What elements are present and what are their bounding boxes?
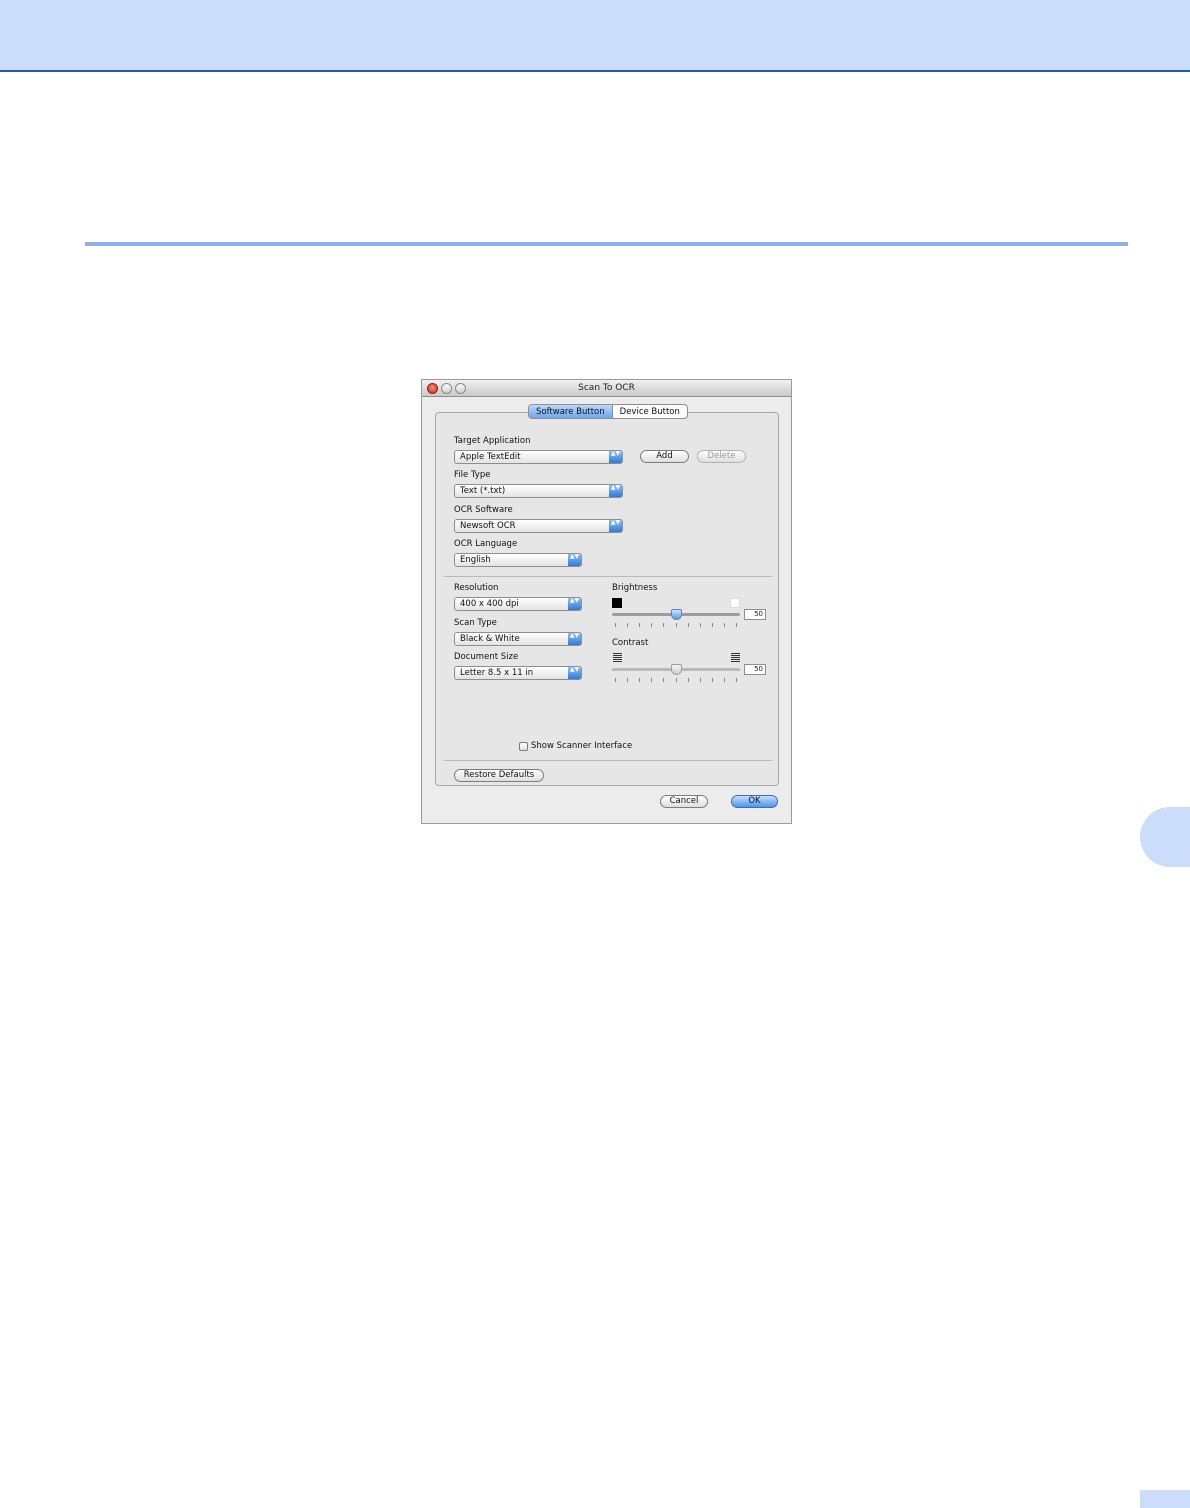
slider-tick <box>723 678 725 682</box>
file-type-label: File Type <box>454 470 491 480</box>
ocr-software-label: OCR Software <box>454 505 513 515</box>
slider-tick <box>687 678 689 682</box>
slider-tick <box>627 623 629 627</box>
slider-tick <box>627 678 629 682</box>
page-header-band <box>0 0 1190 72</box>
ocr-language-select[interactable]: English ▲▼ <box>454 553 582 567</box>
contrast-slider-thumb[interactable] <box>670 664 682 675</box>
slider-tick <box>711 623 713 627</box>
brightness-label: Brightness <box>612 583 658 593</box>
tab-software-button[interactable]: Software Button <box>529 405 612 418</box>
document-size-value: Letter 8.5 x 11 in <box>460 668 534 678</box>
slider-tick <box>639 623 641 627</box>
bottom-separator <box>444 760 772 761</box>
scan-type-label: Scan Type <box>454 618 497 628</box>
slider-tick <box>699 678 701 682</box>
popup-arrows-icon: ▲▼ <box>609 451 622 463</box>
file-type-value: Text (*.txt) <box>460 486 506 496</box>
scan-type-value: Black & White <box>460 634 520 644</box>
target-application-value: Apple TextEdit <box>460 452 521 462</box>
show-scanner-interface-label: Show Scanner Interface <box>531 741 633 751</box>
ok-button[interactable]: OK <box>731 795 778 808</box>
slider-tick <box>663 678 665 682</box>
document-size-select[interactable]: Letter 8.5 x 11 in ▲▼ <box>454 666 582 680</box>
add-button[interactable]: Add <box>640 450 689 463</box>
brightness-slider-ticks <box>615 623 737 627</box>
low-contrast-icon <box>613 653 622 662</box>
slider-tick <box>615 623 616 627</box>
target-application-select[interactable]: Apple TextEdit ▲▼ <box>454 450 623 464</box>
tab-bar: Software Button Device Button <box>528 404 688 419</box>
slider-tick <box>639 678 641 682</box>
titlebar: Scan To OCR <box>422 380 791 397</box>
scan-type-select[interactable]: Black & White ▲▼ <box>454 632 582 646</box>
cancel-button[interactable]: Cancel <box>660 795 708 808</box>
document-size-label: Document Size <box>454 652 519 662</box>
brightness-value-field[interactable]: 50 <box>744 609 766 620</box>
popup-arrows-icon: ▲▼ <box>568 667 581 679</box>
slider-tick <box>723 623 725 627</box>
window-title: Scan To OCR <box>578 383 635 393</box>
slider-tick <box>711 678 713 682</box>
resolution-select[interactable]: 400 x 400 dpi ▲▼ <box>454 597 582 611</box>
contrast-value-field[interactable]: 50 <box>744 664 766 675</box>
slider-tick <box>675 678 677 682</box>
popup-arrows-icon: ▲▼ <box>568 554 581 566</box>
light-swatch-icon <box>730 598 740 608</box>
ocr-language-label: OCR Language <box>454 539 518 549</box>
slider-tick <box>651 678 653 682</box>
slider-tick <box>699 623 701 627</box>
brightness-slider-thumb[interactable] <box>670 609 682 620</box>
slider-tick <box>651 623 653 627</box>
ocr-language-value: English <box>460 555 491 565</box>
contrast-slider-ticks <box>615 678 737 682</box>
dark-swatch-icon <box>612 598 622 608</box>
popup-arrows-icon: ▲▼ <box>609 485 622 497</box>
slider-tick <box>663 623 665 627</box>
resolution-value: 400 x 400 dpi <box>460 599 519 609</box>
ocr-software-select[interactable]: Newsoft OCR ▲▼ <box>454 519 623 533</box>
tab-device-button[interactable]: Device Button <box>611 405 687 418</box>
section-separator <box>444 576 772 577</box>
ocr-software-value: Newsoft OCR <box>460 521 516 531</box>
restore-defaults-button[interactable]: Restore Defaults <box>454 769 544 782</box>
slider-tick <box>736 623 737 627</box>
show-scanner-interface-checkbox[interactable] <box>519 742 528 751</box>
slider-tick <box>675 623 677 627</box>
scan-to-ocr-dialog: Scan To OCR Software Button Device Butto… <box>421 379 792 824</box>
resolution-label: Resolution <box>454 583 499 593</box>
page-number-tab <box>1140 1490 1190 1508</box>
manual-page: Scan To OCR Software Button Device Butto… <box>0 0 1190 1508</box>
contrast-label: Contrast <box>612 638 649 648</box>
popup-arrows-icon: ▲▼ <box>568 598 581 610</box>
high-contrast-icon <box>731 653 740 662</box>
delete-button[interactable]: Delete <box>697 450 746 463</box>
target-application-label: Target Application <box>454 436 531 446</box>
popup-arrows-icon: ▲▼ <box>609 520 622 532</box>
slider-tick <box>687 623 689 627</box>
chapter-tab <box>1140 807 1190 867</box>
slider-tick <box>615 678 616 682</box>
section-divider <box>85 242 1128 246</box>
slider-tick <box>736 678 737 682</box>
popup-arrows-icon: ▲▼ <box>568 633 581 645</box>
file-type-select[interactable]: Text (*.txt) ▲▼ <box>454 484 623 498</box>
